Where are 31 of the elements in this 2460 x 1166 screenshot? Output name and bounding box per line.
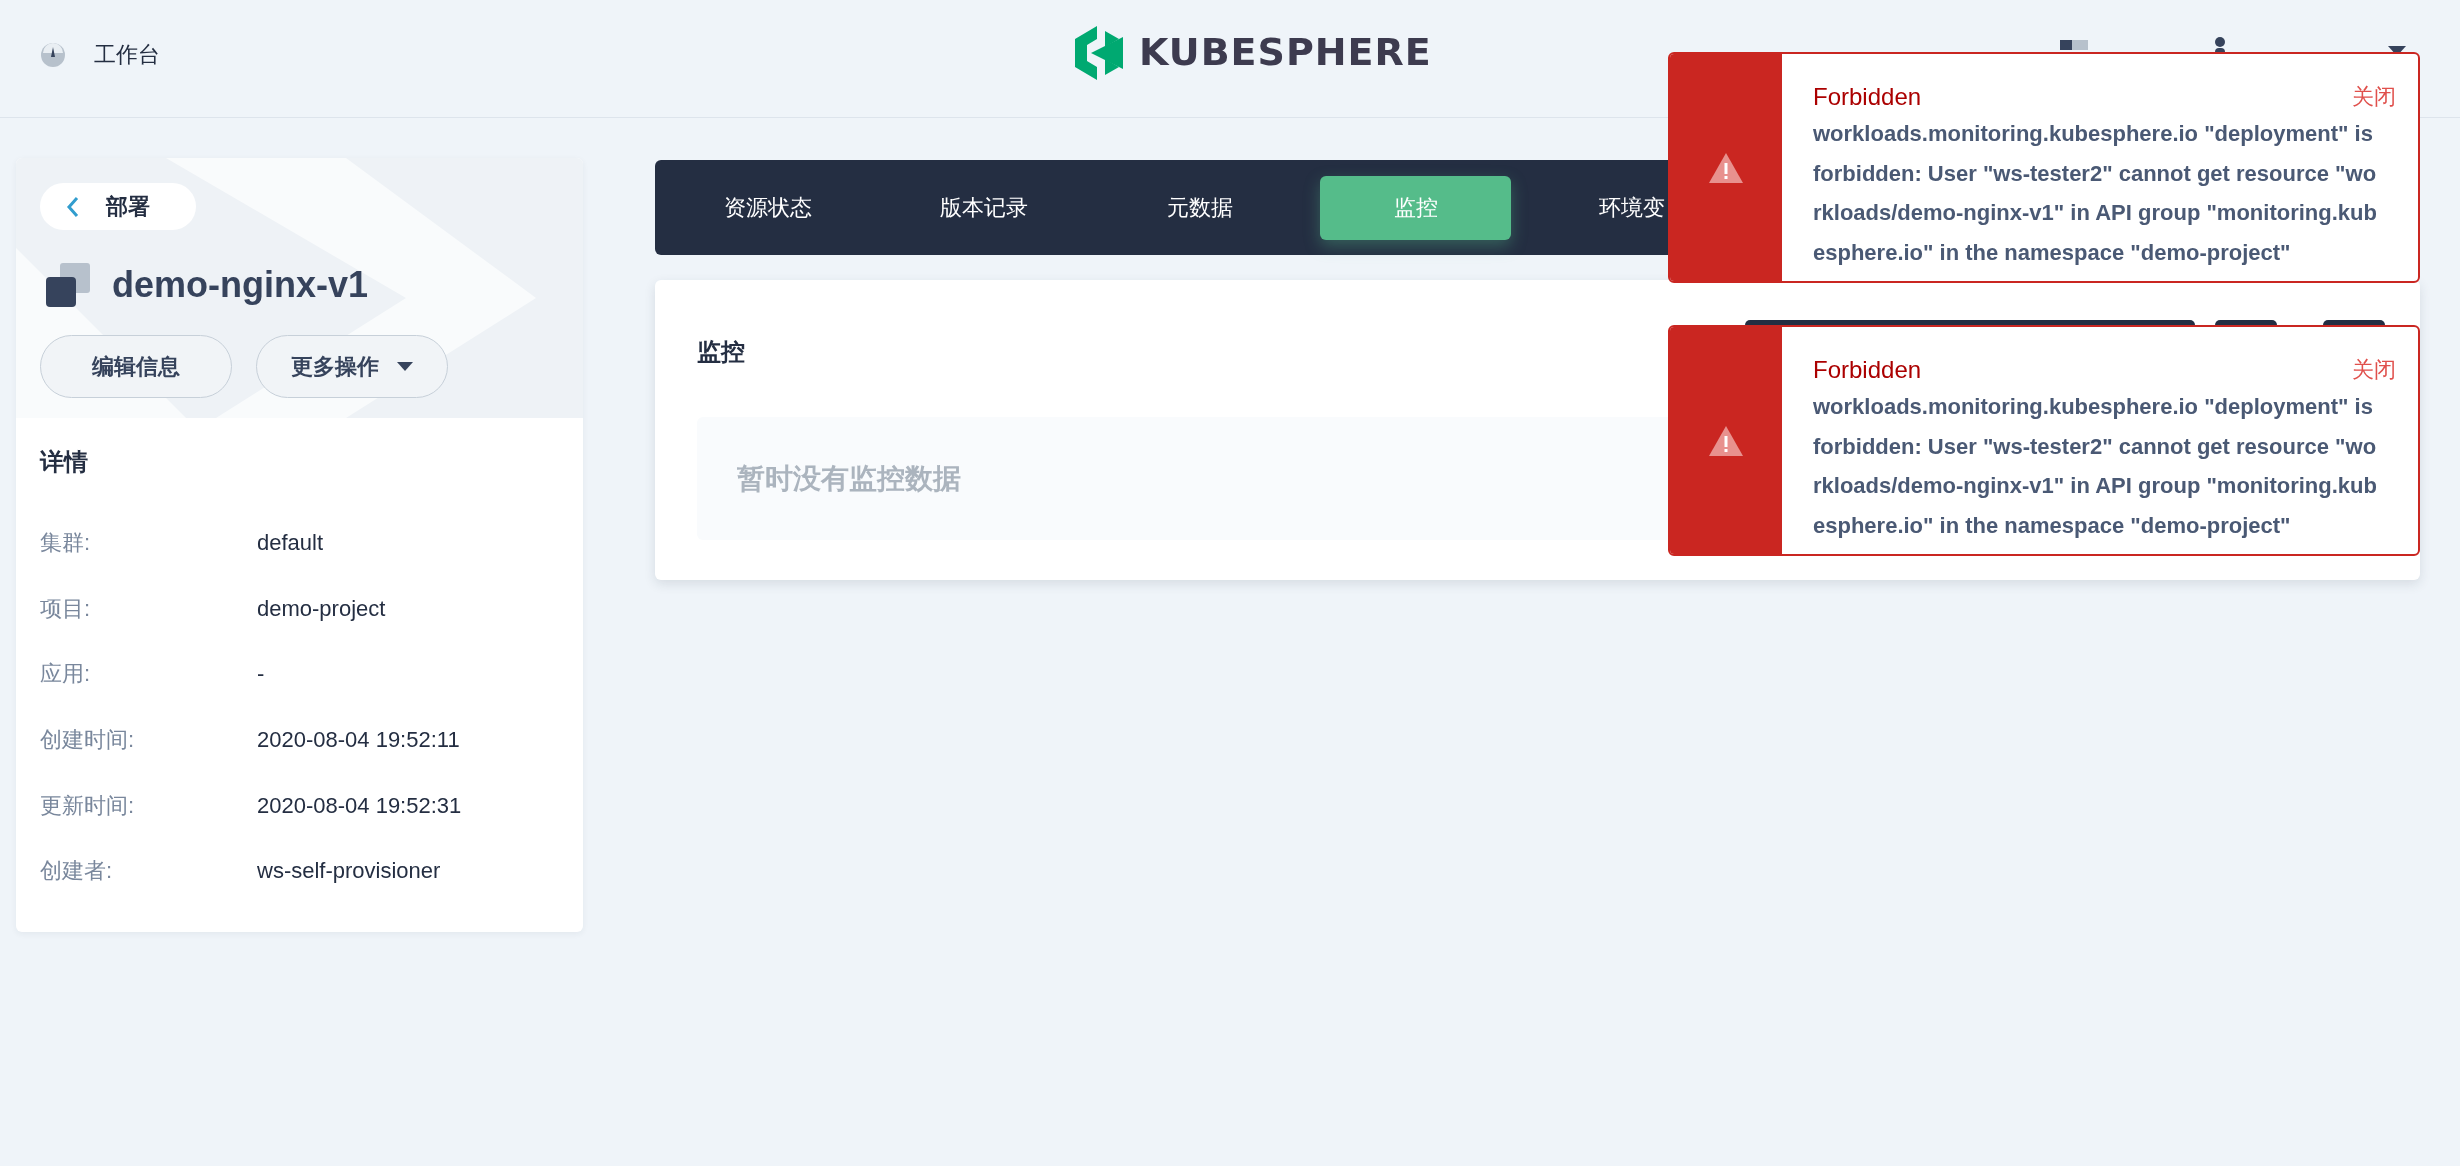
detail-value: 2020-08-04 19:52:31 (257, 791, 462, 820)
details-heading: 详情 (40, 447, 89, 477)
detail-label: 更新时间: (40, 791, 136, 820)
tab[interactable]: 版本记录 (888, 175, 1079, 240)
logo-text: KUBESPHERE (1139, 29, 1432, 76)
notification-message: workloads.monitoring.kubesphere.io "deployment" is forbidden: User "ws-tester2" cannot get resource "workloads/demo-nginx-v1" in API group "monitoring.kubesphere.io" in the namespace "demo-project" (1813, 120, 2378, 267)
more-actions-button[interactable]: 更多操作 (256, 335, 448, 398)
notification-title: Forbidden (1813, 82, 1922, 112)
detail-value: demo-project (257, 594, 386, 623)
detail-label: 集群: (40, 529, 92, 558)
panel-title: 监控 (697, 337, 745, 367)
detail-value: - (257, 660, 265, 689)
workbench-link[interactable]: 工作台 (94, 38, 160, 71)
empty-message: 暂时没有监控数据 (737, 461, 961, 496)
detail-label: 项目: (40, 594, 92, 623)
notification-message: workloads.monitoring.kubesphere.io "deployment" is forbidden: User "ws-tester2" cannot get resource "workloads/demo-nginx-v1" in API group "monitoring.kubesphere.io" in the namespace "demo-project" (1813, 393, 2378, 540)
close-button[interactable]: 关闭 (2352, 353, 2396, 387)
detail-label: 创建时间: (40, 726, 136, 755)
workload-title: demo-nginx-v1 (112, 263, 369, 307)
tab[interactable]: 环境变 (1536, 175, 1727, 240)
detail-label: 应用: (40, 660, 92, 689)
edit-info-button[interactable]: 编辑信息 (40, 335, 232, 398)
tab[interactable]: 资源状态 (672, 175, 863, 240)
notification-title: Forbidden (1813, 355, 1922, 385)
detail-label: 创建者: (40, 857, 114, 886)
detail-value: 2020-08-04 19:52:11 (257, 726, 460, 755)
detail-value: ws-self-provisioner (257, 857, 441, 886)
tab[interactable]: 元数据 (1104, 175, 1295, 240)
detail-value: default (257, 529, 324, 558)
back-button[interactable]: 部署 (40, 183, 196, 230)
close-button[interactable]: 关闭 (2352, 80, 2396, 114)
